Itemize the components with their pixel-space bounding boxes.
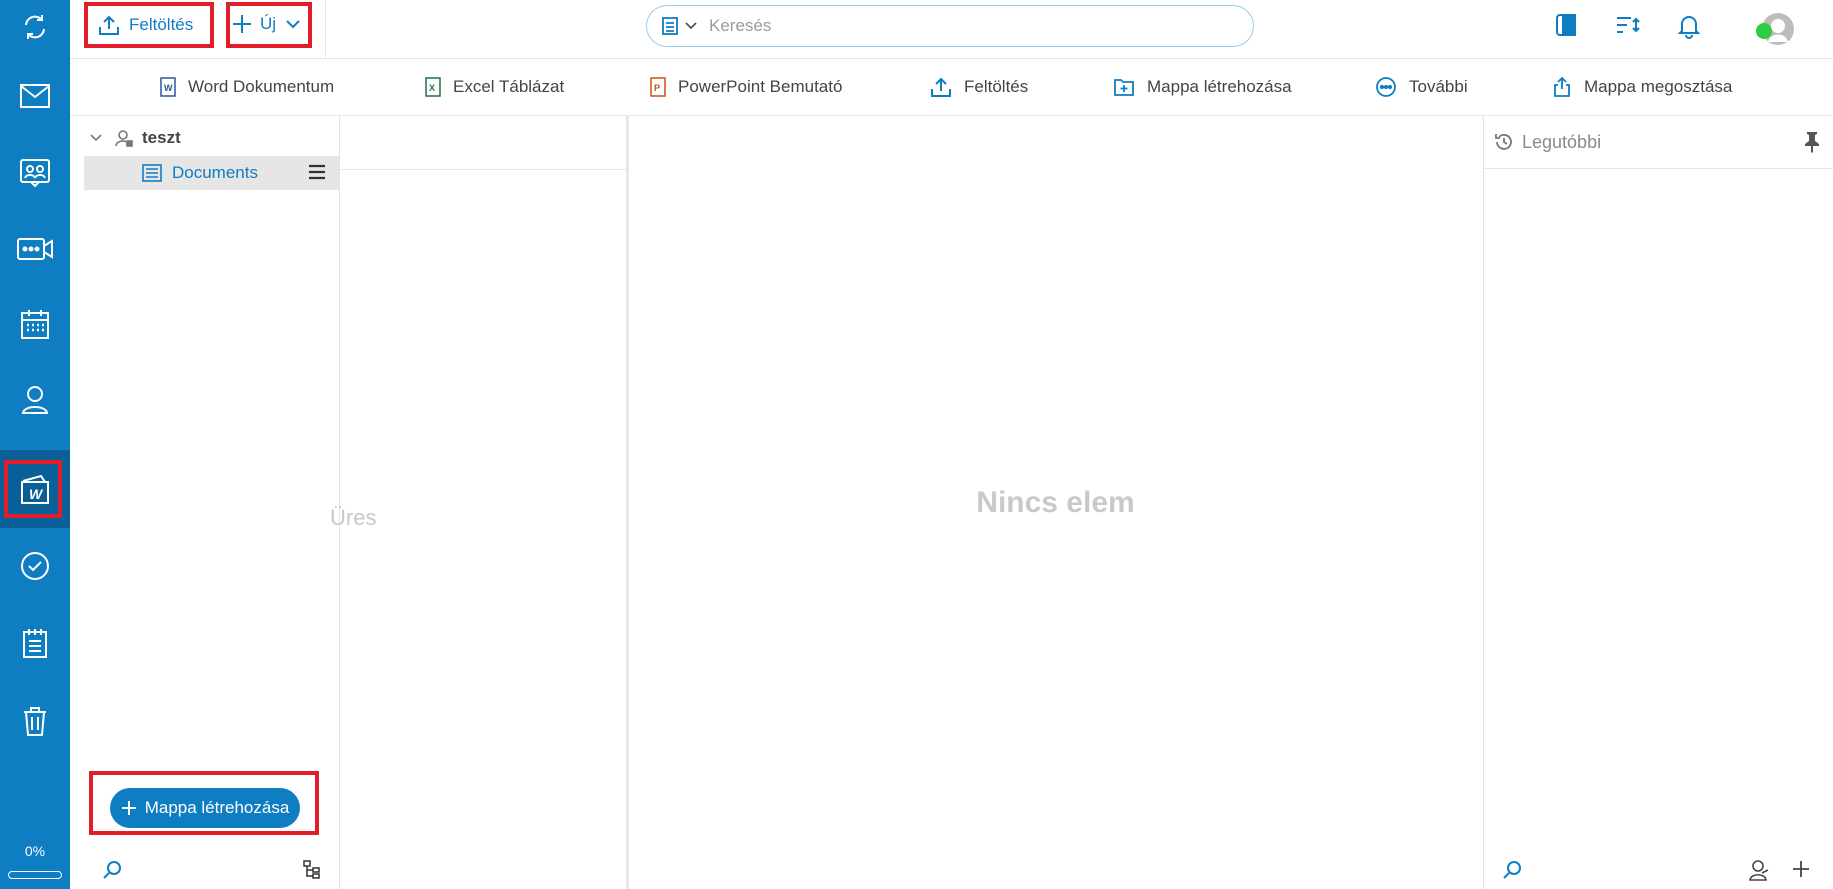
- toolbar-upload-button[interactable]: Feltöltés: [930, 59, 1028, 115]
- action-toolbar: W Word Dokumentum X Excel Táblázat P Pow…: [70, 59, 1833, 116]
- document-scope-icon[interactable]: [661, 16, 679, 36]
- share-icon: [1554, 76, 1570, 97]
- sort-filter-icon[interactable]: [1615, 13, 1641, 37]
- app-rail: W 0%: [0, 0, 70, 889]
- chevron-down-icon: [286, 19, 300, 29]
- folder-contents-column: Üres: [330, 116, 629, 889]
- column-header: [340, 116, 626, 170]
- more-label: További: [1409, 77, 1468, 96]
- user-lock-icon: [114, 128, 134, 148]
- folder-tree-panel: teszt Documents Mappa létrehozása: [70, 116, 340, 889]
- share-folder-label: Mappa megosztása: [1584, 77, 1733, 96]
- top-bar: Feltöltés Új: [70, 0, 1833, 59]
- documents-highlight: [4, 460, 62, 518]
- avatar[interactable]: [1754, 12, 1794, 46]
- no-items-text: Nincs elem: [976, 486, 1135, 519]
- svg-text:X: X: [429, 83, 435, 93]
- storage-progress-bar: [8, 871, 62, 879]
- main-content-area: Nincs elem: [629, 116, 1482, 889]
- share-folder-button[interactable]: Mappa megosztása: [1552, 59, 1732, 115]
- upload-icon: [931, 77, 951, 97]
- trash-icon[interactable]: [0, 682, 70, 760]
- search-input[interactable]: [707, 15, 1191, 37]
- recent-search-icon[interactable]: [1502, 860, 1522, 880]
- hamburger-menu-icon[interactable]: [309, 164, 325, 180]
- tree-root-teszt[interactable]: teszt: [90, 128, 181, 148]
- plus-icon: [232, 14, 252, 34]
- notification-bell-icon[interactable]: [1678, 13, 1700, 39]
- online-status-dot: [1756, 23, 1772, 39]
- tree-item-documents-label: Documents: [172, 163, 258, 182]
- panel-toggle-icon[interactable]: [1555, 13, 1577, 37]
- tree-view-icon[interactable]: [303, 860, 323, 880]
- toolbar-upload-label: Feltöltés: [964, 77, 1029, 96]
- excel-label: Excel Táblázat: [453, 77, 565, 96]
- svg-text:P: P: [654, 83, 660, 93]
- excel-icon: X: [425, 77, 441, 97]
- storage-percent: 0%: [24, 843, 46, 859]
- scope-chevron-down-icon[interactable]: [685, 22, 697, 30]
- toolbar-create-folder-label: Mappa létrehozása: [1147, 77, 1292, 96]
- recent-title: Legutóbbi: [1522, 131, 1602, 152]
- powerpoint-icon: P: [650, 77, 666, 97]
- search-icon[interactable]: [102, 860, 122, 880]
- folder-list-icon: [142, 164, 162, 182]
- notes-icon[interactable]: [0, 604, 70, 682]
- profile-icon[interactable]: [0, 360, 70, 438]
- tree-item-documents[interactable]: Documents: [84, 156, 339, 190]
- new-excel-table-button[interactable]: X Excel Táblázat: [425, 59, 564, 115]
- new-powerpoint-button[interactable]: P PowerPoint Bemutató: [650, 59, 842, 115]
- chevron-down-icon[interactable]: [90, 134, 102, 142]
- add-icon[interactable]: [1792, 860, 1810, 878]
- more-button[interactable]: További: [1375, 59, 1468, 115]
- recent-panel-header: Legutóbbi: [1484, 116, 1833, 169]
- create-folder-label: Mappa létrehozása: [144, 798, 290, 817]
- new-label: Új: [260, 14, 277, 33]
- pin-icon[interactable]: [1804, 131, 1820, 153]
- new-button[interactable]: Új: [232, 14, 300, 34]
- create-folder-button[interactable]: Mappa létrehozása: [110, 788, 300, 828]
- calendar-icon[interactable]: [0, 285, 70, 363]
- svg-text:W: W: [164, 83, 173, 93]
- tasks-icon[interactable]: [0, 527, 70, 605]
- new-word-document-button[interactable]: W Word Dokumentum: [160, 59, 334, 115]
- recent-panel: Legutóbbi: [1483, 116, 1833, 889]
- contacts-icon[interactable]: [0, 134, 70, 212]
- powerpoint-label: PowerPoint Bemutató: [678, 77, 843, 96]
- video-meeting-icon[interactable]: [0, 210, 70, 288]
- empty-state-text: Üres: [330, 505, 377, 530]
- mail-icon[interactable]: [0, 57, 70, 135]
- upload-button[interactable]: Feltöltés: [98, 14, 193, 36]
- upload-label: Feltöltés: [129, 15, 194, 34]
- plus-icon: [121, 800, 137, 816]
- history-icon: [1494, 132, 1514, 152]
- tree-root-label: teszt: [142, 128, 181, 147]
- share-user-icon[interactable]: [1748, 859, 1770, 881]
- upload-icon: [98, 14, 120, 36]
- word-label: Word Dokumentum: [188, 77, 335, 96]
- toolbar-create-folder-button[interactable]: Mappa létrehozása: [1113, 59, 1292, 115]
- word-icon: W: [160, 77, 176, 97]
- folder-plus-icon: [1114, 79, 1134, 96]
- more-icon: [1376, 77, 1396, 97]
- search-bar[interactable]: [646, 5, 1254, 47]
